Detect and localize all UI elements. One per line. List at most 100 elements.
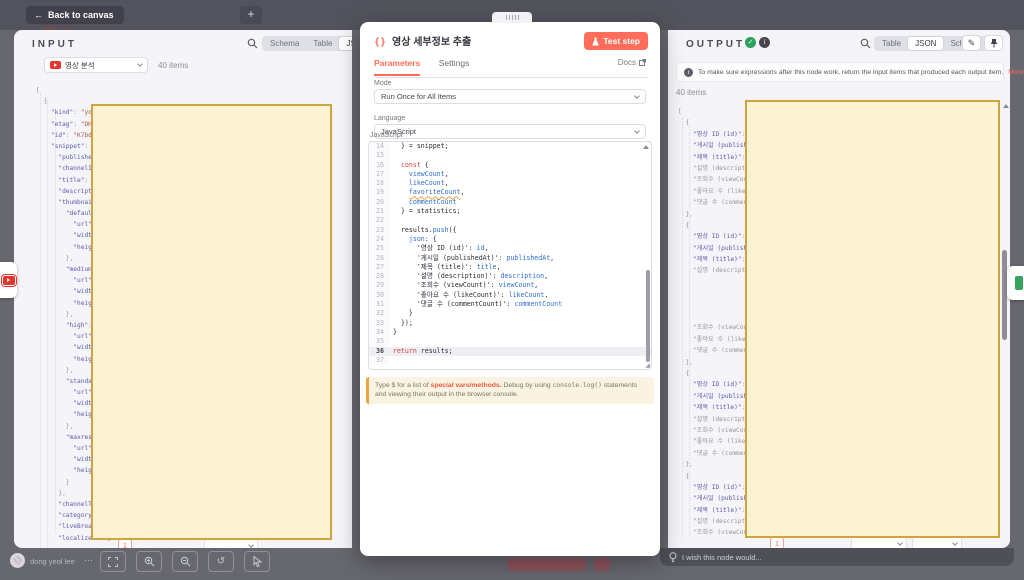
hint-special-vars-link[interactable]: special vars/methods.	[431, 382, 502, 389]
code-line: 17 viewCount,	[369, 170, 651, 179]
code-text: '게시일 (publishedAt)': publishedAt,	[389, 254, 554, 263]
feedback-bar[interactable]: I wish this node would...	[660, 548, 1014, 566]
reset-zoom-button[interactable]: ↺	[208, 551, 234, 572]
line-number: 23	[369, 226, 389, 235]
tab-settings[interactable]: Settings	[439, 58, 470, 74]
code-text: }	[389, 328, 397, 337]
chevron-down-icon	[137, 61, 143, 67]
mode-label: Mode	[374, 80, 392, 87]
code-text: return results;	[389, 347, 453, 356]
code-line: 37	[369, 356, 651, 365]
line-number: 18	[369, 179, 389, 188]
input-page-1[interactable]: 1	[118, 539, 132, 548]
modal-header: {}영상 세부정보 추출 Test step	[374, 32, 648, 50]
hint-text: Debug by using	[502, 382, 553, 389]
line-number: 37	[369, 356, 389, 365]
code-text: } = statistics;	[389, 207, 461, 216]
code-text	[389, 356, 393, 365]
input-tab-json[interactable]: JSON	[339, 37, 352, 50]
fit-view-icon	[108, 557, 118, 567]
code-line: 36 return results;	[369, 347, 651, 356]
notice-text: To make sure expressions after this node…	[698, 69, 1003, 76]
code-line: 18 likeCount,	[369, 179, 651, 188]
output-connector-icon	[1015, 276, 1023, 290]
docs-label: Docs	[618, 58, 636, 67]
output-tab-table[interactable]: Table	[875, 37, 908, 50]
user-menu-button[interactable]: ⋯	[84, 555, 93, 566]
code-line: 16 const {	[369, 161, 651, 170]
output-page-size-value[interactable]	[912, 537, 962, 548]
flask-icon	[592, 37, 599, 46]
input-search-icon[interactable]	[247, 38, 258, 49]
code-line: 23 results.push({	[369, 226, 651, 235]
zoom-in-button[interactable]	[136, 551, 162, 572]
code-line: 32 }	[369, 309, 651, 318]
chevron-down-icon	[634, 93, 640, 99]
pin-data-button[interactable]	[984, 35, 1003, 51]
input-items-count: 40 items	[158, 61, 188, 70]
notice-more-info-link[interactable]: More Info	[1008, 69, 1024, 76]
json-line: [	[36, 85, 348, 96]
edit-output-button[interactable]: ✎	[962, 35, 981, 51]
line-number: 32	[369, 309, 389, 318]
code-text: favoriteCount,	[389, 188, 464, 197]
chevron-down-icon	[897, 540, 903, 546]
modal-drag-handle[interactable]	[492, 12, 532, 23]
zoom-to-fit-button[interactable]	[100, 551, 126, 572]
info-icon: i	[684, 68, 693, 77]
line-number: 15	[369, 151, 389, 160]
input-page-size-select[interactable]	[204, 539, 258, 548]
mode-select[interactable]: Run Once for All Items	[374, 89, 646, 104]
line-number: 36	[369, 347, 389, 356]
back-arrow-icon: ←	[34, 10, 43, 20]
input-source-select[interactable]: 영상 분석	[44, 57, 148, 73]
pointer-mode-button[interactable]	[244, 551, 270, 572]
node-settings-modal: {}영상 세부정보 추출 Test step Parameters Settin…	[360, 22, 660, 556]
output-tab-json[interactable]: JSON	[908, 37, 943, 50]
line-number: 14	[369, 142, 389, 151]
run-info-icon[interactable]: i	[759, 37, 770, 48]
cursor-icon	[253, 556, 262, 567]
line-number: 19	[369, 188, 389, 197]
input-tab-schema[interactable]: Schema	[263, 37, 306, 50]
editor-resize-handle[interactable]: ◢	[645, 362, 650, 369]
line-number: 22	[369, 216, 389, 225]
editor-scrollbar-thumb[interactable]	[646, 270, 650, 362]
line-number: 20	[369, 198, 389, 207]
test-step-label: Test step	[603, 32, 640, 50]
code-text: viewCount,	[389, 170, 449, 179]
line-number: 31	[369, 300, 389, 309]
output-connector-tab	[1007, 266, 1024, 300]
code-text: const {	[389, 161, 429, 170]
editor-scroll-up-arrow[interactable]	[643, 145, 649, 149]
code-editor[interactable]: 14 } = snippet; 15 16 const { 17 viewCou…	[368, 141, 652, 370]
add-button[interactable]: +	[240, 6, 262, 24]
code-text: json: {	[389, 235, 437, 244]
code-text: }	[389, 309, 413, 318]
output-search-icon[interactable]	[860, 38, 871, 49]
code-text: '설명 (description)': description,	[389, 272, 548, 281]
language-select[interactable]: JavaScript	[374, 124, 646, 139]
output-page-next[interactable]	[789, 539, 791, 548]
hint-text: Type $ for a list of	[375, 382, 431, 389]
zoom-out-button[interactable]	[172, 551, 198, 572]
output-scroll-up-arrow[interactable]	[1003, 104, 1009, 108]
external-link-icon	[639, 59, 646, 66]
input-title: INPUT	[32, 39, 77, 50]
output-page-1[interactable]: 1	[770, 537, 784, 548]
input-tab-table[interactable]: Table	[306, 37, 339, 50]
line-number: 16	[369, 161, 389, 170]
code-text: likeCount,	[389, 179, 449, 188]
test-step-button[interactable]: Test step	[584, 32, 648, 50]
tab-parameters[interactable]: Parameters	[374, 58, 420, 76]
dimmed-test-workflow-button	[508, 558, 586, 571]
input-page-next[interactable]	[137, 541, 139, 548]
user-avatar[interactable]	[10, 553, 25, 568]
output-page-size-select[interactable]	[851, 537, 907, 548]
line-number: 17	[369, 170, 389, 179]
hint-code: console.log()	[553, 382, 602, 389]
undo-icon: ↺	[217, 556, 225, 567]
line-number: 26	[369, 254, 389, 263]
docs-link[interactable]: Docs	[618, 58, 646, 67]
lightbulb-icon	[669, 552, 677, 563]
